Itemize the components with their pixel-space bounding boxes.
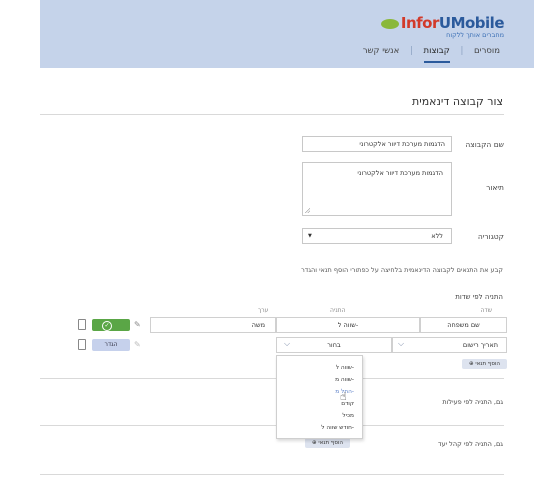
conditions-instructions: קבע את התנאים לקבוצה הדינאמית בלחיצה על … — [301, 266, 503, 274]
category-select[interactable]: ללא ▼ — [302, 228, 452, 244]
row2-condition[interactable]: בחור — [276, 337, 392, 353]
resize-grip-icon[interactable] — [305, 208, 310, 213]
trash-icon[interactable] — [78, 319, 86, 330]
divider — [40, 114, 504, 115]
chevron-down-icon[interactable]: ⌵ — [398, 339, 404, 349]
hand-cursor-icon: ☝ — [340, 390, 347, 403]
row2-field[interactable]: תאריך רישום — [392, 337, 507, 353]
col-header-value: ערך — [258, 307, 269, 314]
audience-section-label: גם, התניה לפי קהל יעד — [438, 440, 503, 448]
edit-pencil-icon[interactable]: ✎ — [134, 320, 141, 329]
define-button[interactable]: הגדר — [92, 339, 130, 351]
col-header-field: שדה — [480, 307, 492, 314]
divider — [40, 378, 504, 379]
nav-item-groups[interactable]: קבוצות — [423, 46, 450, 63]
description-label: תיאור — [486, 183, 504, 192]
group-name-label: שם הקבוצה — [465, 140, 504, 149]
dropdown-arrow-icon: ▼ — [308, 233, 312, 239]
nav-item-senders[interactable]: מוסרים — [474, 46, 500, 56]
dropdown-option[interactable]: מכיל — [342, 413, 354, 419]
add-condition-button[interactable]: ⊕ הוסף תנאי — [462, 359, 507, 369]
category-label: קטגוריה — [477, 232, 504, 241]
plus-circle-icon: ⊕ — [468, 361, 474, 367]
activity-section-label: גם, התניה לפי פעילות — [442, 398, 503, 406]
trash-icon[interactable] — [78, 339, 86, 350]
brand-logo[interactable]: InforUMobile מחברים אותך ללקוח — [380, 14, 505, 39]
col-header-condition: התניה — [330, 307, 346, 314]
chevron-down-icon[interactable]: ⌵ — [284, 339, 290, 349]
dropdown-option[interactable]: שווה מ- — [335, 377, 354, 383]
divider — [40, 425, 504, 426]
logo-tagline: מחברים אותך ללקוח — [446, 31, 504, 39]
page-title: צור קבוצה דינאמית — [412, 95, 503, 108]
dropdown-option[interactable]: חודש שווה ל- — [321, 425, 354, 431]
description-textarea[interactable]: הדגמות מערכת דיוור אלקטרוני — [302, 162, 452, 216]
speech-bubble-icon — [380, 18, 399, 29]
row1-condition[interactable]: שווה ל- — [276, 317, 420, 333]
condition-dropdown-menu[interactable]: שווה ל- שווה מ- החל מ- קודם מכיל חודש שו… — [276, 355, 363, 439]
check-icon: ✓ — [102, 321, 112, 331]
row1-field[interactable]: שם משפחה — [420, 317, 507, 333]
nav-item-contacts[interactable]: אנשי קשר — [363, 46, 400, 56]
row1-value[interactable]: משה — [150, 317, 276, 333]
divider — [40, 474, 504, 475]
add-condition-button-2[interactable]: ⊕ הוסף תנאי — [305, 438, 350, 448]
edit-pencil-icon[interactable]: ✎ — [134, 340, 141, 349]
nav-separator: | — [409, 46, 413, 56]
nav-separator: | — [460, 46, 464, 56]
dropdown-option[interactable]: שווה ל- — [336, 365, 354, 371]
confirm-button[interactable]: ✓ — [92, 319, 130, 331]
group-name-input[interactable]: הדגמות מערכת דיוור אלקטרוני — [302, 136, 452, 152]
main-nav: מוסרים | קבוצות | אנשי קשר — [355, 46, 500, 63]
fields-section-title: התניה לפי שדות — [455, 293, 503, 301]
plus-circle-icon: ⊕ — [311, 440, 317, 446]
